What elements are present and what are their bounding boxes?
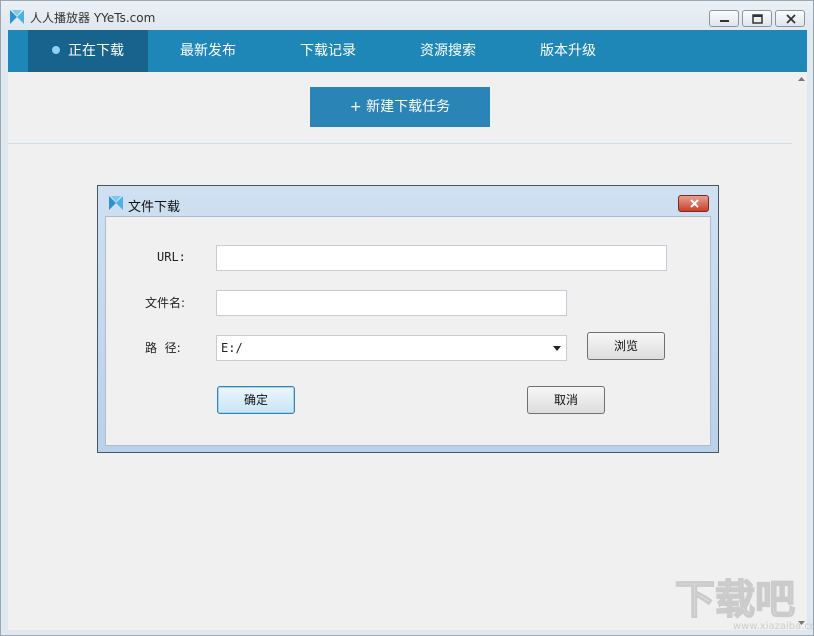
tab-label: 版本升级 [540,43,596,59]
scroll-up-icon[interactable] [796,74,807,84]
dialog-title: 文件下载 [128,200,181,215]
tab-download-history[interactable]: 下载记录 [268,30,388,72]
dialog-logo-icon [109,196,123,210]
minimize-button[interactable] [709,10,739,27]
tab-label: 最新发布 [180,43,236,59]
maximize-button[interactable] [742,10,772,27]
dialog-body: URL: 文件名: 路 径: E:/ 浏览 确定 取消 [105,216,711,446]
browse-button[interactable]: 浏览 [587,332,665,360]
tab-label: 正在下载 [68,43,124,59]
tab-label: 下载记录 [300,43,356,59]
url-label: URL: [157,250,186,264]
titlebar: 人人播放器 YYeTs.com [1,1,813,31]
minimize-icon [720,20,729,22]
active-dot-icon [52,46,60,54]
tab-resource-search[interactable]: 资源搜索 [388,30,508,72]
close-button[interactable] [775,10,805,27]
vertical-scrollbar[interactable] [796,72,807,630]
nav-bar: 正在下载 最新发布 下载记录 资源搜索 版本升级 [8,30,807,72]
filename-label: 文件名: [145,296,186,310]
close-icon [690,199,699,208]
cancel-button[interactable]: 取消 [527,386,605,414]
path-value: E:/ [221,341,243,355]
url-field[interactable] [216,245,667,271]
watermark: 下载吧 www.xiazaiba.com [673,573,814,633]
app-window: 人人播放器 YYeTs.com 正在下载 最新发布 下载记录 资源搜索 版本升级… [0,0,814,636]
filename-field[interactable] [216,290,567,316]
chevron-down-icon[interactable] [553,346,561,351]
app-logo-icon [10,10,24,24]
tab-version-upgrade[interactable]: 版本升级 [508,30,628,72]
app-title: 人人播放器 YYeTs.com [30,11,156,25]
tab-downloading[interactable]: 正在下载 [28,30,148,72]
watermark-logo-icon: 下载吧 [674,576,796,624]
path-select[interactable]: E:/ [216,335,567,361]
maximize-icon [752,14,763,24]
tab-label: 资源搜索 [420,43,476,59]
ok-button[interactable]: 确定 [217,386,295,414]
file-download-dialog: 文件下载 URL: 文件名: 路 径: E:/ 浏览 确定 取消 [97,185,719,453]
path-label: 路 径: [145,341,181,355]
new-download-task-button[interactable]: + 新建下载任务 [310,87,490,127]
watermark-text: 下载吧 [675,577,795,621]
close-icon [786,14,796,24]
tab-latest-releases[interactable]: 最新发布 [148,30,268,72]
dialog-close-button[interactable] [678,195,709,212]
watermark-url: www.xiazaiba.com [733,621,814,632]
divider [8,143,792,144]
